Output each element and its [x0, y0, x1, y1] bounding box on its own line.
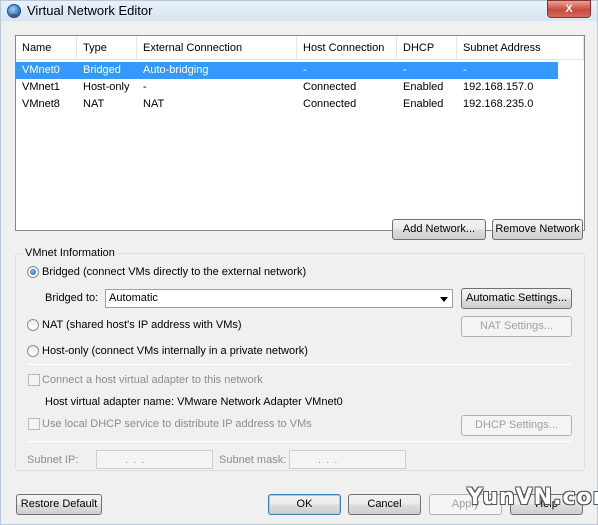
- cell-host: Connected: [303, 81, 357, 93]
- dhcp-settings-button[interactable]: DHCP Settings...: [461, 415, 572, 436]
- column-header-host-connection[interactable]: Host Connection: [297, 36, 397, 60]
- cell-external: Auto-bridging: [143, 64, 209, 76]
- cell-dhcp: Enabled: [403, 98, 444, 110]
- dialog-body: Name Type External Connection Host Conne…: [1, 21, 597, 524]
- cell-external: NAT: [143, 98, 165, 110]
- table-row[interactable]: VMnet8 NAT NAT Connected Enabled 192.168…: [16, 96, 584, 113]
- host-only-radio[interactable]: [27, 345, 39, 357]
- cell-name: VMnet0: [22, 64, 60, 76]
- cell-name: VMnet1: [22, 81, 60, 93]
- separator: [27, 364, 572, 365]
- network-table: Name Type External Connection Host Conne…: [15, 35, 585, 231]
- nat-label[interactable]: NAT (shared host's IP address with VMs): [42, 319, 242, 331]
- subnet-ip-field[interactable]: . . .: [96, 450, 213, 469]
- cell-subnet: 192.168.157.0: [463, 81, 534, 93]
- host-only-label[interactable]: Host-only (connect VMs internally in a p…: [42, 345, 308, 357]
- close-button[interactable]: X: [547, 0, 591, 18]
- subnet-ip-dots: . . .: [125, 454, 146, 466]
- restore-default-button[interactable]: Restore Default: [16, 494, 102, 515]
- cell-type: NAT: [83, 98, 105, 110]
- subnet-mask-label: Subnet mask:: [219, 454, 287, 466]
- nat-radio[interactable]: [27, 319, 39, 331]
- connect-adapter-label[interactable]: Connect a host virtual adapter to this n…: [42, 374, 263, 386]
- subnet-ip-label: Subnet IP:: [27, 454, 79, 466]
- cell-external: -: [143, 81, 147, 93]
- remove-network-button[interactable]: Remove Network: [492, 219, 583, 240]
- vmnet-information-label: VMnet Information: [23, 247, 117, 259]
- cell-subnet: 192.168.235.0: [463, 98, 534, 110]
- cell-subnet: -: [463, 64, 467, 76]
- separator: [27, 441, 572, 442]
- cell-dhcp: -: [403, 64, 407, 76]
- network-globe-icon: [7, 4, 21, 18]
- subnet-mask-dots: . . .: [318, 454, 339, 466]
- bridged-to-value: Automatic: [109, 292, 158, 304]
- column-header-subnet-address[interactable]: Subnet Address: [457, 36, 584, 60]
- cell-type: Bridged: [83, 64, 121, 76]
- use-dhcp-label[interactable]: Use local DHCP service to distribute IP …: [42, 418, 312, 430]
- column-header-type[interactable]: Type: [77, 36, 137, 60]
- cell-dhcp: Enabled: [403, 81, 444, 93]
- add-network-button[interactable]: Add Network...: [392, 219, 486, 240]
- automatic-settings-button[interactable]: Automatic Settings...: [461, 288, 572, 309]
- watermark-text: YunVN.com: [467, 485, 598, 510]
- vmnet-information-group: [15, 253, 585, 471]
- adapter-name-label: Host virtual adapter name: VMware Networ…: [45, 396, 343, 408]
- ok-button[interactable]: OK: [268, 494, 341, 515]
- table-header: Name Type External Connection Host Conne…: [16, 36, 584, 60]
- bridged-to-label: Bridged to:: [45, 292, 99, 304]
- table-row[interactable]: VMnet1 Host-only - Connected Enabled 192…: [16, 79, 584, 96]
- window-title: Virtual Network Editor: [27, 3, 153, 18]
- bridged-label[interactable]: Bridged (connect VMs directly to the ext…: [42, 266, 306, 278]
- cell-host: -: [303, 64, 307, 76]
- use-dhcp-checkbox[interactable]: [28, 418, 40, 430]
- column-header-external-connection[interactable]: External Connection: [137, 36, 297, 60]
- connect-adapter-checkbox[interactable]: [28, 374, 40, 386]
- bridged-radio[interactable]: [27, 266, 39, 278]
- cell-host: Connected: [303, 98, 357, 110]
- column-header-dhcp[interactable]: DHCP: [397, 36, 457, 60]
- column-header-name[interactable]: Name: [16, 36, 77, 60]
- cell-name: VMnet8: [22, 98, 60, 110]
- table-row[interactable]: VMnet0 Bridged Auto-bridging - - -: [16, 62, 558, 79]
- bridged-to-select[interactable]: Automatic: [105, 289, 453, 308]
- virtual-network-editor-window: Virtual Network Editor X Name Type Exter…: [0, 0, 598, 525]
- chevron-down-icon[interactable]: [440, 297, 448, 302]
- title-bar[interactable]: Virtual Network Editor X: [1, 0, 597, 21]
- subnet-mask-field[interactable]: . . .: [289, 450, 406, 469]
- nat-settings-button[interactable]: NAT Settings...: [461, 316, 572, 337]
- cancel-button[interactable]: Cancel: [348, 494, 421, 515]
- cell-type: Host-only: [83, 81, 130, 93]
